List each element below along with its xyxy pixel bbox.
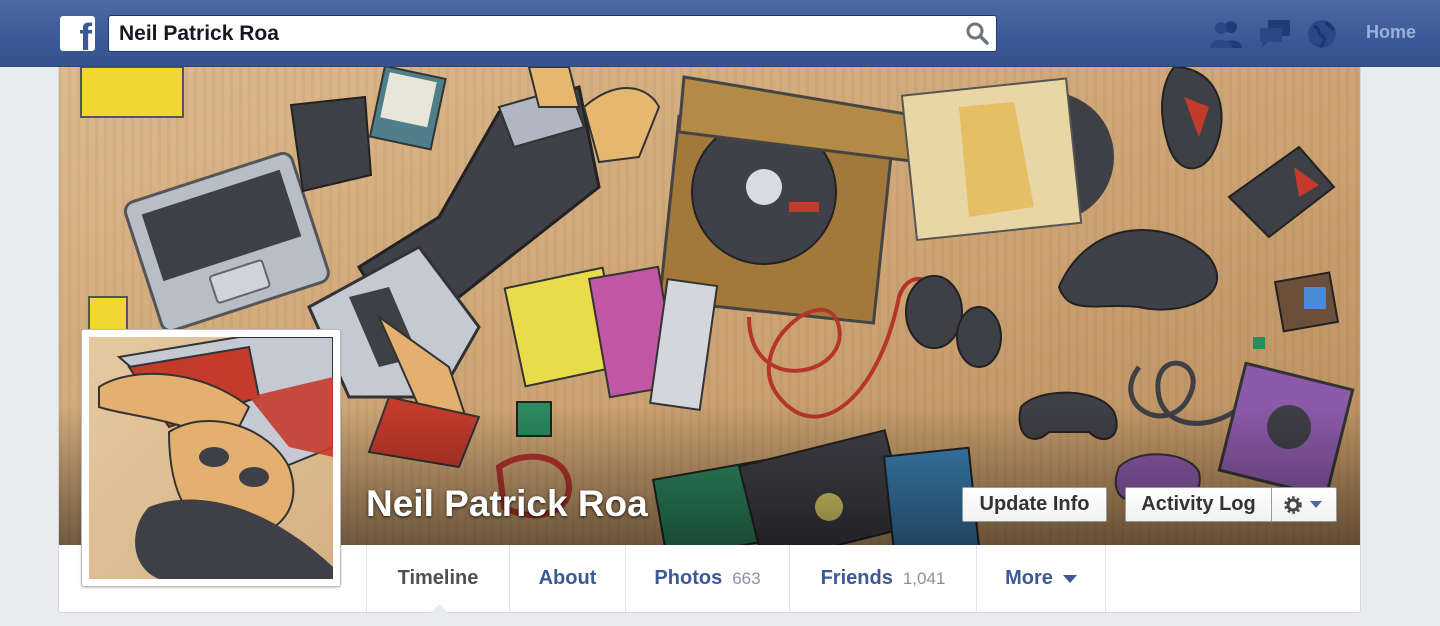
- tab-about[interactable]: About: [509, 545, 625, 612]
- notifications-globe-icon[interactable]: [1306, 18, 1340, 50]
- tab-label: More: [1005, 567, 1053, 589]
- settings-menu-button[interactable]: [1271, 487, 1337, 522]
- activity-log-button[interactable]: Activity Log: [1125, 487, 1272, 522]
- avatar: [89, 337, 333, 579]
- tab-label: Friends: [820, 567, 893, 589]
- gear-icon: [1284, 496, 1322, 514]
- tab-more[interactable]: More: [976, 545, 1106, 612]
- profile-name[interactable]: Neil Patrick Roa: [366, 483, 648, 525]
- tab-label: Timeline: [397, 567, 479, 589]
- search-box: [108, 15, 997, 52]
- tab-photos[interactable]: Photos 663: [625, 545, 789, 612]
- profile-picture[interactable]: [81, 329, 341, 587]
- friends-count: 1,041: [902, 568, 946, 588]
- messages-icon[interactable]: [1258, 18, 1292, 50]
- tab-friends[interactable]: Friends 1,041: [789, 545, 976, 612]
- search-input[interactable]: [119, 20, 959, 47]
- friend-requests-icon[interactable]: [1210, 18, 1244, 50]
- update-info-button[interactable]: Update Info: [962, 487, 1107, 522]
- tab-label: Photos: [654, 567, 723, 589]
- top-bar: f Home: [0, 0, 1440, 67]
- search-icon: [966, 22, 989, 45]
- chevron-down-icon: [1062, 574, 1077, 583]
- search-button[interactable]: [964, 21, 990, 47]
- tab-timeline[interactable]: Timeline: [366, 545, 509, 613]
- chevron-down-icon: [1310, 501, 1322, 508]
- profile-card: Neil Patrick Roa Update Info Activity Lo…: [58, 67, 1361, 613]
- photos-count: 663: [732, 568, 761, 588]
- logo-glyph: f: [79, 17, 92, 51]
- home-link[interactable]: Home: [1366, 22, 1416, 43]
- tab-label: About: [538, 567, 597, 589]
- facebook-logo-icon[interactable]: f: [60, 16, 95, 51]
